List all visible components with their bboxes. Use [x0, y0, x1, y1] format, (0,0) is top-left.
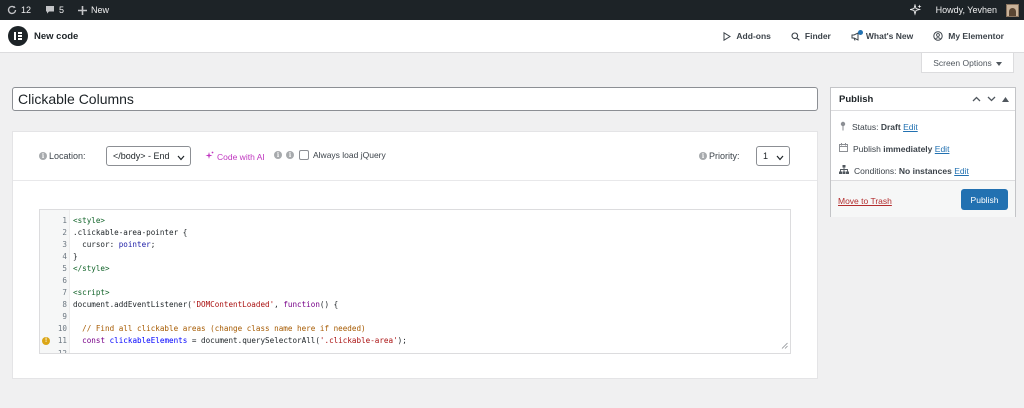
move-to-trash-link[interactable]: Move to Trash [838, 196, 892, 206]
publish-actions: Move to Trash Publish [831, 180, 1015, 217]
ai-info-icons: i i [274, 151, 294, 159]
code-text: const clickableElements = document.query… [82, 336, 407, 346]
comment-icon [45, 5, 55, 15]
nav-my-elementor[interactable]: My Elementor [923, 31, 1014, 41]
comments-menu[interactable]: 5 [38, 0, 71, 20]
line-number: 9 [62, 312, 67, 322]
code-text: cursor: pointer; [73, 239, 156, 249]
chevron-up-icon[interactable] [972, 94, 981, 105]
nav-add-ons[interactable]: Add-ons [713, 31, 780, 41]
line-number: 12 [57, 348, 67, 354]
elementor-logo-icon[interactable] [8, 26, 28, 46]
new-label: New [91, 5, 110, 15]
user-circle-icon [933, 31, 943, 41]
line-number: 6 [62, 276, 67, 286]
publish-box-header: Publish [831, 88, 1015, 111]
line-number: 4 [62, 251, 67, 261]
code-line[interactable]: 1 <style> [40, 214, 790, 226]
ai-sparkle-button[interactable] [903, 0, 929, 20]
resize-handle-icon[interactable] [781, 341, 788, 351]
code-line[interactable]: 9 [40, 311, 790, 323]
line-number: 2 [62, 227, 67, 237]
account-menu[interactable]: Howdy, Yevhen [929, 0, 1024, 20]
sparkle-icon [909, 4, 922, 16]
page-title: New code [34, 30, 79, 42]
post-title-input[interactable]: Clickable Columns [12, 87, 818, 111]
code-text: <script> [73, 288, 110, 298]
elementor-header: New code Add-ons Finder What's New My El… [0, 20, 1024, 53]
new-content-menu[interactable]: New [71, 0, 116, 20]
updates-count: 12 [21, 5, 32, 15]
updates-menu[interactable]: 12 [0, 0, 38, 20]
avatar [1006, 3, 1019, 17]
line-number: 10 [57, 324, 67, 334]
conditions-row: Conditions: No instances Edit [839, 165, 969, 176]
nav-finder[interactable]: Finder [781, 31, 841, 41]
code-line[interactable]: 3 cursor: pointer; [40, 238, 790, 250]
always-load-jquery[interactable]: Always load jQuery [299, 150, 386, 160]
location-select[interactable]: </body> - End [106, 146, 191, 166]
warning-icon[interactable]: ! [42, 336, 50, 345]
greeting: Howdy, Yevhen [935, 5, 997, 15]
line-number: 3 [62, 239, 67, 249]
publish-button[interactable]: Publish [961, 189, 1008, 210]
snippet-options-bar: i Location: </body> - End Code with AI i… [13, 132, 817, 181]
priority-select[interactable]: 1 [756, 146, 790, 166]
chevron-down-icon[interactable] [987, 94, 996, 105]
nav-whats-new[interactable]: What's New [841, 29, 923, 41]
screen-options-toggle[interactable]: Screen Options [921, 53, 1014, 73]
sitemap-icon [839, 165, 849, 176]
code-text: .clickable-area-pointer { [73, 227, 188, 237]
play-icon [723, 31, 732, 41]
code-lines: 1 <style> 2 .clickable-area-pointer {3 curs… [40, 214, 790, 354]
info-icon[interactable]: i [39, 152, 47, 160]
publish-time-row: Publish immediately Edit [839, 143, 949, 154]
code-text: // Find all clickable areas (change clas… [73, 324, 366, 334]
line-number: 7 [62, 288, 67, 298]
info-icon[interactable]: i [274, 151, 282, 159]
code-line[interactable]: 7 <script> [40, 287, 790, 299]
location-label: i Location: [39, 151, 86, 161]
info-icon[interactable]: i [699, 152, 707, 160]
publish-box: Publish Status: Draft Edit Publish immed… [830, 87, 1016, 217]
plus-icon [78, 5, 88, 15]
code-line[interactable]: 12 [40, 347, 790, 354]
chevron-down-icon [177, 153, 185, 163]
code-line[interactable]: 5 </style> [40, 262, 790, 274]
refresh-icon [7, 5, 17, 15]
code-line[interactable]: ! 11 const clickableElements = document.q… [40, 335, 790, 347]
edit-publish-time-link[interactable]: Edit [935, 144, 950, 154]
code-line[interactable]: 2 .clickable-area-pointer { [40, 226, 790, 238]
megaphone-icon [851, 29, 863, 41]
calendar-icon [839, 143, 848, 154]
code-text: } [73, 251, 78, 261]
line-number: 1 [62, 215, 67, 225]
code-line[interactable]: 4} [40, 250, 790, 262]
edit-status-link[interactable]: Edit [903, 122, 918, 132]
code-text: document.addEventListener('DOMContentLoa… [73, 300, 339, 310]
code-line[interactable]: 8 document.addEventListener('DOMContentLo… [40, 299, 790, 311]
edit-conditions-link[interactable]: Edit [954, 166, 969, 176]
code-snippet-box: i Location: </body> - End Code with AI i… [12, 131, 818, 379]
code-line[interactable]: 10 // Find all clickable areas (change c… [40, 323, 790, 335]
comments-count: 5 [59, 5, 65, 15]
code-text: <style> [73, 215, 106, 225]
admin-bar: 12 5 New Howdy, Yevhen [0, 0, 1024, 20]
status-row: Status: Draft Edit [839, 121, 918, 133]
chevron-down-icon [776, 153, 784, 163]
code-text: </style> [73, 263, 110, 273]
pin-icon [839, 121, 847, 133]
info-icon[interactable]: i [286, 151, 294, 159]
line-number: 5 [62, 263, 67, 273]
collapse-toggle-icon[interactable] [1002, 94, 1009, 105]
code-line[interactable]: 6 [40, 274, 790, 286]
search-icon [791, 31, 800, 41]
priority-label: i Priority: [699, 151, 740, 161]
ai-sparkle-icon [205, 151, 214, 162]
caret-down-icon [995, 58, 1002, 68]
line-number: 8 [62, 300, 67, 310]
code-with-ai-button[interactable]: Code with AI [205, 151, 265, 162]
jquery-checkbox[interactable] [299, 150, 309, 160]
code-editor[interactable]: 1 <style> 2 .clickable-area-pointer {3 curs… [39, 209, 791, 354]
